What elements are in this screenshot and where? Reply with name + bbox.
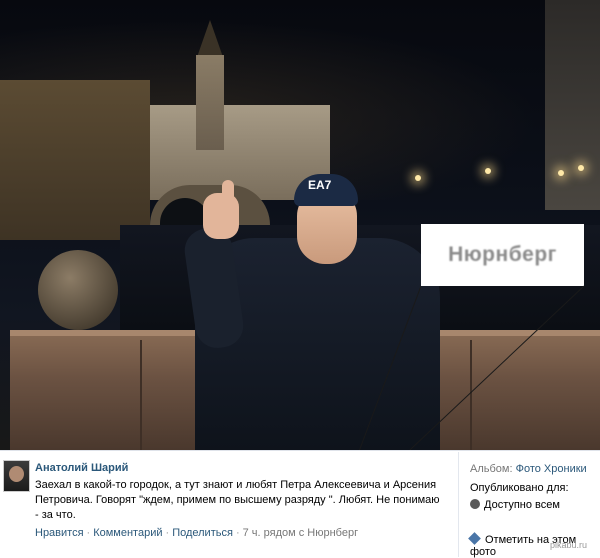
audience-value: Доступно всем xyxy=(484,499,560,511)
thumb-up xyxy=(222,180,234,206)
lamp xyxy=(485,168,491,174)
sidebar-divider xyxy=(458,452,459,557)
photo: EA7 Нюрнберг xyxy=(0,0,600,450)
comment-link[interactable]: Комментарий xyxy=(93,527,162,539)
stone-ball xyxy=(38,250,118,330)
tower-spire xyxy=(196,20,224,60)
post-text: Заехал в какой-то городок, а тут знают и… xyxy=(35,479,440,521)
album-row: Альбом: Фото Хроники xyxy=(470,463,587,475)
post-author[interactable]: Анатолий Шарий xyxy=(35,462,128,474)
album-link[interactable]: Фото Хроники xyxy=(516,463,587,475)
separator: · xyxy=(165,527,170,539)
callout-box: Нюрнберг xyxy=(421,224,584,286)
avatar[interactable] xyxy=(3,460,30,492)
building-right xyxy=(545,0,600,210)
album-label: Альбом: xyxy=(470,463,513,475)
callout-text: Нюрнберг xyxy=(448,243,557,266)
lamp xyxy=(415,175,421,181)
parapet-joint xyxy=(470,340,472,450)
tower xyxy=(196,55,224,150)
post-meta[interactable]: 7 ч. рядом с Нюрнберг xyxy=(243,527,359,539)
published-label: Опубликовано для: xyxy=(470,482,569,494)
lamp xyxy=(558,170,564,176)
share-link[interactable]: Поделиться xyxy=(172,527,233,539)
audience-row[interactable]: Доступно всем xyxy=(470,499,560,511)
separator: · xyxy=(235,527,240,539)
tag-icon xyxy=(468,532,481,545)
building-left xyxy=(0,80,150,240)
globe-icon xyxy=(470,499,480,509)
like-link[interactable]: Нравится xyxy=(35,527,84,539)
separator: · xyxy=(86,527,91,539)
lamp xyxy=(578,165,584,171)
watermark: pikabu.ru xyxy=(550,540,588,550)
post-actions: Нравится · Комментарий · Поделиться · 7 ч. ряд… xyxy=(35,527,358,539)
parapet-joint xyxy=(140,340,142,450)
cap-logo: EA7 xyxy=(308,178,332,192)
